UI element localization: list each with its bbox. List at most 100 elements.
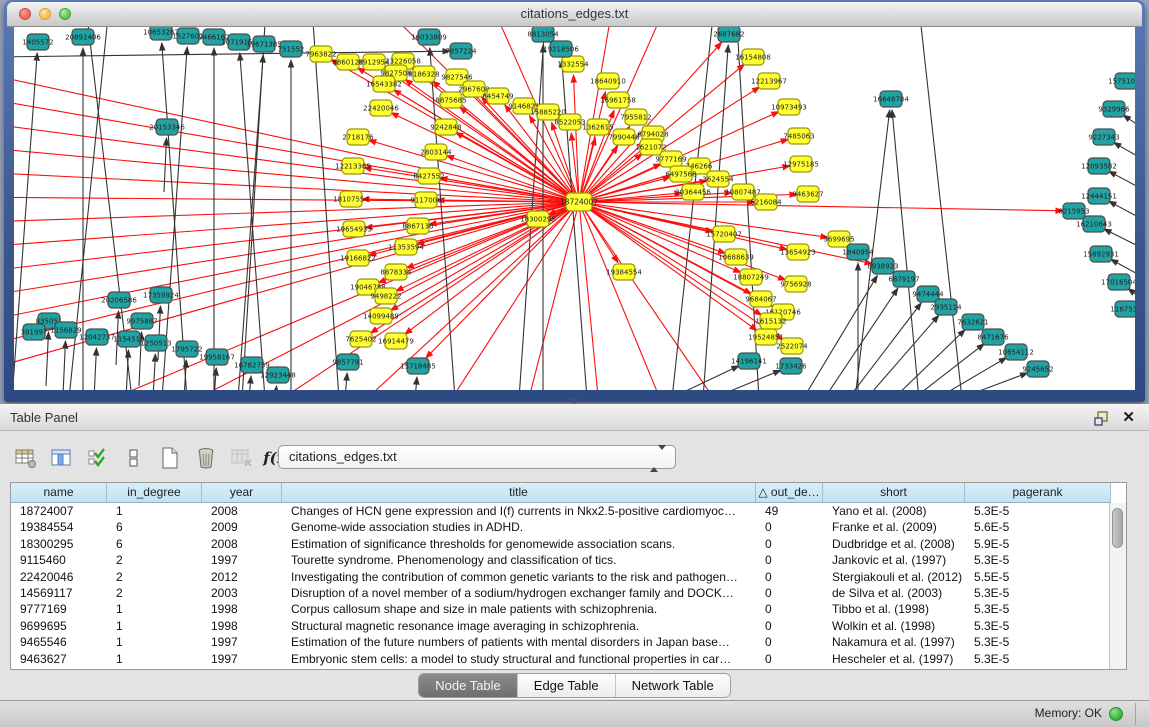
graph-node[interactable]: 8813054 — [527, 27, 559, 42]
graph-node[interactable]: 2935114 — [930, 299, 962, 315]
table-row[interactable]: 1872400712008Changes of HCN gene express… — [11, 503, 1126, 519]
graph-node[interactable]: 7857224 — [445, 43, 477, 59]
graph-node[interactable]: 2522074 — [776, 338, 808, 354]
graph-node[interactable]: 12444151 — [1081, 188, 1117, 204]
graph-node[interactable]: 1795722 — [171, 341, 202, 357]
graph-node[interactable]: 7485063 — [783, 128, 814, 144]
table-row[interactable]: 2242004622012Investigating the contribut… — [11, 569, 1126, 585]
table-row[interactable]: 946362711997Embryonic stem cells: a mode… — [11, 651, 1126, 667]
graph-node[interactable]: 19654933 — [336, 221, 372, 237]
window-titlebar[interactable]: citations_edges.txt — [7, 2, 1142, 27]
graph-node[interactable]: 8867130 — [402, 218, 433, 234]
graph-node[interactable]: 8427552 — [413, 168, 444, 184]
graph-node[interactable]: 19218506 — [543, 41, 579, 57]
graph-node[interactable]: 15718485 — [400, 358, 436, 374]
graph-node[interactable]: 1250513 — [140, 335, 171, 351]
graph-node[interactable]: 9498222 — [370, 288, 401, 304]
graph-node[interactable]: 17359924 — [143, 287, 179, 303]
graph-node[interactable]: 1156829 — [50, 322, 81, 338]
scrollbar-thumb[interactable] — [1112, 508, 1123, 548]
graph-node[interactable]: 9756928 — [780, 276, 811, 292]
delete-column-icon[interactable] — [192, 444, 220, 472]
graph-node[interactable]: 12213967 — [751, 73, 787, 89]
graph-node[interactable]: 18107554 — [333, 191, 369, 207]
graph-node[interactable]: 19384554 — [606, 264, 642, 280]
table-row[interactable]: 946554611997Estimation of the future num… — [11, 634, 1126, 650]
tab-edge-table[interactable]: Edge Table — [518, 674, 616, 697]
graph-node[interactable]: 18640910 — [590, 73, 626, 89]
graph-node[interactable]: 9777169 — [655, 151, 686, 167]
graph-node[interactable]: 1167533 — [1110, 301, 1135, 317]
graph-node[interactable]: 16961758 — [600, 92, 636, 108]
table-row[interactable]: 977716911998Corpus callosum shape and si… — [11, 601, 1126, 617]
graph-node[interactable]: 17016504 — [1101, 274, 1135, 290]
table-row[interactable]: 1938455462009Genome-wide association stu… — [11, 519, 1126, 535]
column-header-title[interactable]: title — [282, 483, 756, 503]
graph-node[interactable]: 6497568 — [665, 166, 696, 182]
graph-node[interactable]: 19958167 — [199, 349, 235, 365]
graph-node[interactable]: 20206586 — [101, 292, 137, 308]
graph-node[interactable]: 9242848 — [430, 119, 461, 135]
graph-node[interactable]: 9463627 — [792, 186, 823, 202]
graph-node[interactable]: 1405572 — [22, 34, 53, 50]
column-header-pagerank[interactable]: pagerank — [965, 483, 1111, 503]
graph-node[interactable]: 1733426 — [775, 358, 807, 374]
graph-node[interactable]: 2687682 — [713, 27, 744, 42]
graph-node[interactable]: 751552 — [278, 41, 305, 57]
graph-node[interactable]: 15720407 — [706, 226, 742, 242]
graph-node[interactable]: 9117006 — [410, 192, 442, 208]
graph-node[interactable]: 10688639 — [718, 249, 754, 265]
graph-node[interactable]: 391997 — [21, 324, 48, 340]
graph-node[interactable]: 20891406 — [65, 29, 101, 45]
graph-node[interactable]: 8522053 — [554, 114, 585, 130]
show-columns-icon[interactable] — [48, 444, 76, 472]
new-column-icon[interactable] — [156, 444, 184, 472]
column-header-out_de[interactable]: △ out_de… — [756, 483, 823, 503]
graph-node[interactable]: 8186328 — [408, 66, 439, 82]
graph-node[interactable]: 7955812 — [620, 109, 651, 125]
table-row[interactable]: 1456911722003Disruption of a novel membe… — [11, 585, 1126, 601]
table-mode-icon[interactable] — [12, 444, 40, 472]
graph-node[interactable]: 16154808 — [735, 49, 771, 65]
tab-network-table[interactable]: Network Table — [616, 674, 730, 697]
column-header-year[interactable]: year — [202, 483, 282, 503]
graph-node[interactable]: 8878334 — [380, 264, 412, 280]
graph-node[interactable]: 16914479 — [378, 333, 414, 349]
close-panel-icon[interactable]: ✕ — [1122, 408, 1135, 428]
graph-node[interactable]: 8471676 — [977, 329, 1009, 345]
graph-node[interactable]: 9684067 — [745, 291, 776, 307]
graph-node[interactable]: 9857791 — [332, 354, 363, 370]
graph-node[interactable]: 16648784 — [873, 91, 909, 107]
graph-node[interactable]: 9227343 — [1088, 129, 1119, 145]
graph-node[interactable]: 9245652 — [1022, 361, 1053, 377]
column-header-in_degree[interactable]: in_degree — [107, 483, 202, 503]
graph-node[interactable]: 1615132 — [755, 313, 786, 329]
graph-node[interactable]: 15892931 — [1083, 246, 1119, 262]
graph-node[interactable]: 3624554 — [702, 171, 734, 187]
graph-node[interactable]: 7625402 — [345, 331, 376, 347]
graph-node[interactable]: 2803144 — [420, 144, 452, 160]
graph-node[interactable]: 9329966 — [1098, 101, 1130, 117]
column-header-name[interactable]: name — [11, 483, 107, 503]
graph-node[interactable]: 7632621 — [957, 314, 988, 330]
graph-node[interactable]: 1332554 — [557, 56, 589, 72]
network-selector-dropdown[interactable]: citations_edges.txt — [278, 445, 676, 469]
citation-network-graph[interactable]: 7963822886012889129542322605898275081654… — [14, 27, 1135, 390]
graph-node[interactable]: 10654112 — [998, 344, 1034, 360]
float-panel-icon[interactable] — [1094, 411, 1109, 426]
table-row[interactable]: 969969511998Structural magnetic resonanc… — [11, 618, 1126, 634]
graph-node[interactable]: 9975887 — [126, 313, 157, 329]
tab-node-table[interactable]: Node Table — [419, 674, 518, 697]
graph-node[interactable]: 12975185 — [783, 156, 819, 172]
delete-table-icon[interactable] — [228, 444, 256, 472]
vertical-scrollbar[interactable] — [1109, 503, 1126, 669]
graph-node[interactable]: 6879197 — [888, 271, 919, 287]
row-height-icon[interactable] — [120, 444, 148, 472]
select-rows-icon[interactable] — [84, 444, 112, 472]
graph-node[interactable]: 15751074 — [1108, 73, 1135, 89]
graph-node[interactable]: 12093582 — [1081, 158, 1117, 174]
table-row[interactable]: 911546021997Tourette syndrome. Phenomeno… — [11, 552, 1126, 568]
graph-node[interactable]: 1840954 — [842, 244, 874, 260]
graph-node[interactable]: 11353594 — [388, 239, 424, 255]
graph-node[interactable]: 16033809 — [411, 29, 447, 45]
